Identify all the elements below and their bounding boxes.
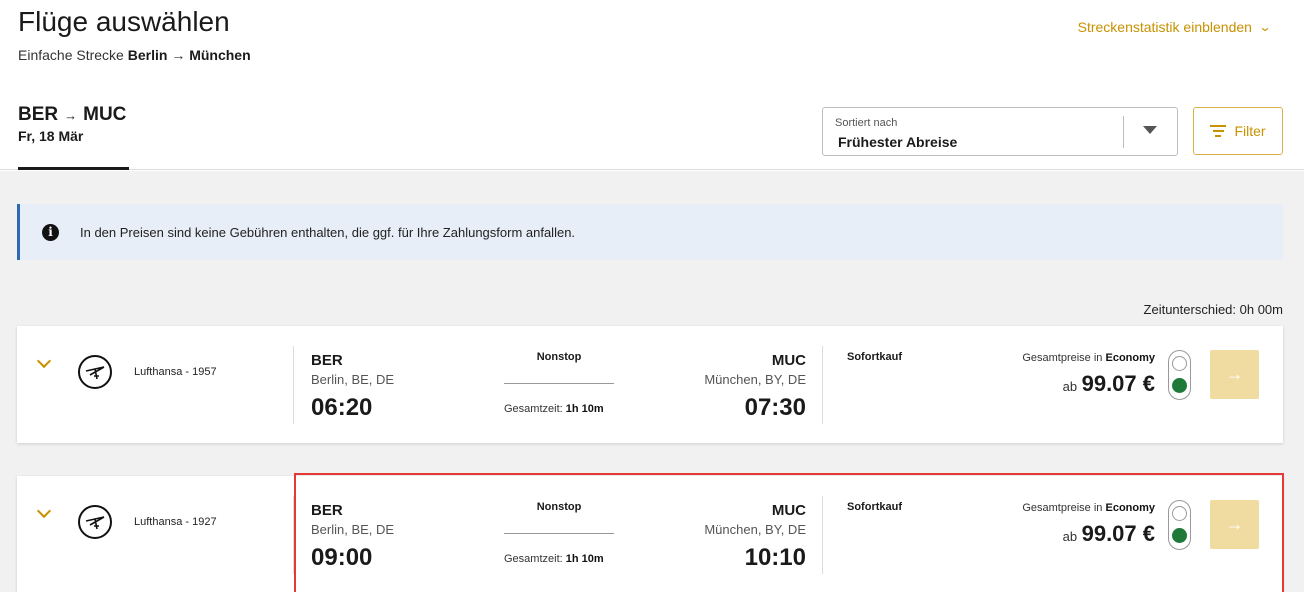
arrow-right-icon: → — [1225, 364, 1244, 384]
duration-value: 1h 10m — [565, 403, 604, 415]
departure-code: BER — [311, 502, 343, 519]
stops-label: Nonstop — [536, 351, 582, 363]
tab-ber-muc[interactable]: BER → MUC Fr, 18 Mär — [18, 104, 129, 170]
arrival-city: München, BY, DE — [704, 522, 806, 537]
stops-label: Nonstop — [536, 501, 582, 513]
price-prefix: ab — [1062, 529, 1078, 544]
price-amount: 99.07 € — [1081, 371, 1155, 396]
select-flight-button[interactable]: → — [1210, 500, 1259, 549]
tab-from: BER — [18, 104, 59, 125]
route-stats-toggle[interactable]: Streckenstatistik einblenden ⌄ — [1077, 19, 1272, 35]
arrow-right-icon: → — [64, 107, 78, 123]
arrival-code: MUC — [771, 502, 806, 519]
tab-to: MUC — [83, 104, 127, 125]
total-duration: Gesamtzeit: 1h 10m — [504, 553, 624, 565]
departure-time: 09:00 — [311, 544, 373, 571]
filter-label: Filter — [1234, 123, 1266, 139]
arrival-code: MUC — [771, 352, 806, 369]
light-green — [1172, 378, 1187, 393]
traffic-light-icon — [1168, 500, 1191, 550]
sort-label: Sortiert nach — [835, 117, 898, 129]
duration-value: 1h 10m — [565, 553, 604, 565]
origin-city: Berlin — [127, 47, 168, 63]
lufthansa-logo-icon — [78, 355, 112, 389]
route-line — [504, 533, 614, 534]
chevron-down-icon[interactable] — [36, 353, 52, 369]
route-line — [504, 383, 614, 384]
results-area: i In den Preisen sind keine Gebühren ent… — [0, 171, 1304, 592]
divider — [293, 496, 294, 574]
light-off — [1172, 506, 1187, 521]
destination-city: München — [189, 47, 251, 63]
page-title: Flüge auswählen — [18, 6, 230, 37]
divider — [822, 346, 823, 424]
light-off — [1172, 356, 1187, 371]
cabin-class: Economy — [1105, 502, 1155, 514]
airline-name: Lufthansa - 1957 — [134, 366, 217, 378]
info-icon: i — [42, 223, 59, 241]
chevron-down-icon: ⌄ — [1258, 20, 1272, 34]
route-stats-label: Streckenstatistik einblenden — [1077, 19, 1252, 35]
tab-date: Fr, 18 Mär — [18, 128, 84, 144]
filter-button[interactable]: Filter — [1193, 107, 1283, 155]
lufthansa-logo-icon — [78, 505, 112, 539]
price-prefix: ab — [1062, 379, 1078, 394]
price: ab 99.07 € — [1063, 371, 1155, 397]
price-label: Gesamtpreise in Economy — [1022, 502, 1155, 514]
time-difference: Zeitunterschied: 0h 00m — [1143, 302, 1283, 317]
select-flight-button[interactable]: → — [1210, 350, 1259, 399]
caret-down-icon[interactable] — [1143, 126, 1157, 134]
arrival-time: 10:10 — [744, 544, 806, 571]
departure-time: 06:20 — [311, 394, 373, 421]
tab-route: BER → MUC — [18, 104, 129, 126]
filter-icon — [1210, 125, 1227, 137]
flight-card: Lufthansa - 1927 BER Berlin, BE, DE 09:0… — [17, 473, 1284, 592]
arrival-time: 07:30 — [744, 394, 806, 421]
price: ab 99.07 € — [1063, 521, 1155, 547]
price-label: Gesamtpreise in Economy — [1022, 352, 1155, 364]
page-header: Flüge auswählen Einfache Strecke Berlin … — [0, 0, 1304, 170]
duration-label: Gesamtzeit: — [504, 553, 563, 565]
booking-type: Sofortkauf — [847, 351, 902, 363]
arrow-right-icon: → — [1225, 514, 1244, 534]
airline-name: Lufthansa - 1927 — [134, 516, 217, 528]
info-banner: i In den Preisen sind keine Gebühren ent… — [17, 204, 1283, 260]
sort-value: Frühester Abreise — [838, 134, 958, 150]
divider — [822, 496, 823, 574]
divider — [293, 346, 294, 424]
flight-card: Lufthansa - 1957 BER Berlin, BE, DE 06:2… — [17, 326, 1283, 443]
cabin-class: Economy — [1105, 352, 1155, 364]
sort-divider — [1123, 116, 1124, 148]
arrow-right-icon: → — [171, 47, 186, 63]
traffic-light-icon — [1168, 350, 1191, 400]
price-amount: 99.07 € — [1081, 521, 1155, 546]
total-duration: Gesamtzeit: 1h 10m — [504, 403, 624, 415]
departure-city: Berlin, BE, DE — [311, 372, 395, 387]
departure-city: Berlin, BE, DE — [311, 522, 395, 537]
trip-type: Einfache Strecke — [18, 47, 124, 63]
price-label-text: Gesamtpreise in — [1022, 352, 1103, 364]
departure-code: BER — [311, 352, 343, 369]
route-subtitle: Einfache Strecke Berlin → München — [18, 47, 251, 63]
info-text: In den Preisen sind keine Gebühren entha… — [80, 224, 576, 240]
chevron-down-icon[interactable] — [36, 503, 52, 519]
light-green — [1172, 528, 1187, 543]
price-label-text: Gesamtpreise in — [1022, 502, 1103, 514]
booking-type: Sofortkauf — [847, 501, 902, 513]
sort-dropdown[interactable]: Sortiert nach Frühester Abreise — [822, 107, 1178, 156]
duration-label: Gesamtzeit: — [504, 403, 563, 415]
arrival-city: München, BY, DE — [704, 372, 806, 387]
